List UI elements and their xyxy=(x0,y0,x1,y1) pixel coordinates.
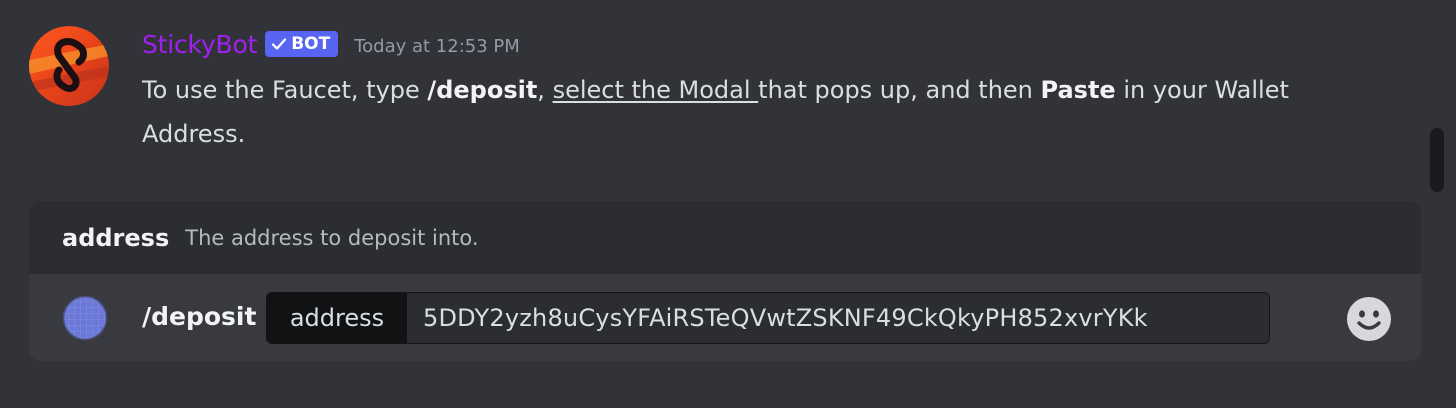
author-avatar[interactable] xyxy=(29,26,109,106)
command-input-row[interactable]: /deposit address 5DDY2yzh8uCysYFAiRSTeQV… xyxy=(29,274,1421,361)
verified-check-icon xyxy=(272,38,287,50)
slash-command-composer: address The address to deposit into. /de… xyxy=(29,201,1421,361)
bot-tag-label: BOT xyxy=(291,34,331,54)
option-key: address xyxy=(267,293,407,343)
message-text-part: , xyxy=(537,76,553,104)
option-hint-description: The address to deposit into. xyxy=(185,225,479,250)
message-header: StickyBot BOT Today at 12:53 PM xyxy=(142,27,520,61)
scrollbar-thumb[interactable] xyxy=(1430,128,1444,192)
message-timestamp: Today at 12:53 PM xyxy=(354,35,520,57)
message-text-part: To use the Faucet, type xyxy=(142,76,428,104)
emoji-smile-icon[interactable] xyxy=(1346,296,1392,342)
bold-text: Paste xyxy=(1040,76,1116,104)
command-reference: /deposit xyxy=(427,76,538,104)
command-name: /deposit xyxy=(142,302,257,331)
bot-avatar-icon xyxy=(62,295,108,341)
stickybot-logo-icon xyxy=(29,26,109,106)
message-text-part: that pops up, and then xyxy=(758,76,1041,104)
option-value-input[interactable]: 5DDY2yzh8uCysYFAiRSTeQVwtZSKNF49CkQkyPH8… xyxy=(407,293,1269,343)
option-hint-bar: address The address to deposit into. xyxy=(29,201,1421,274)
command-option-field[interactable]: address 5DDY2yzh8uCysYFAiRSTeQVwtZSKNF49… xyxy=(266,292,1270,344)
message-content: To use the Faucet, type /deposit, select… xyxy=(142,68,1342,156)
bot-tag: BOT xyxy=(265,31,339,57)
option-hint-name: address xyxy=(62,223,170,252)
underlined-text: select the Modal xyxy=(552,76,759,104)
author-name[interactable]: StickyBot xyxy=(142,30,257,59)
